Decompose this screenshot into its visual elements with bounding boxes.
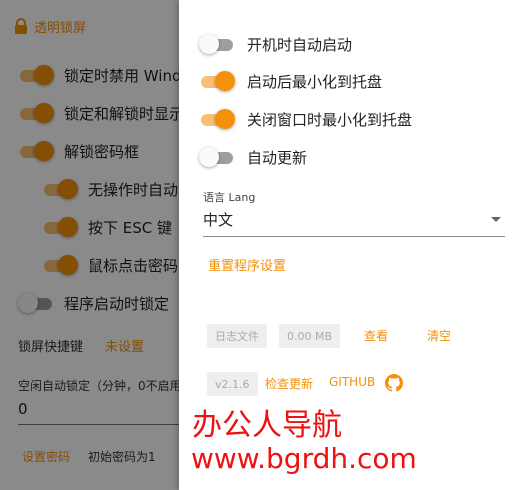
- reset-settings-button[interactable]: 重置程序设置: [208, 255, 286, 274]
- drawer-setting-minimize-on-close[interactable]: 关闭窗口时最小化到托盘: [199, 108, 412, 130]
- clear-log-button[interactable]: 清空: [427, 327, 451, 344]
- toggle-switch[interactable]: [199, 146, 235, 168]
- watermark-url: www.bgrdh.com: [191, 442, 417, 475]
- github-icon[interactable]: [385, 374, 403, 392]
- check-update-button[interactable]: 检查更新: [265, 375, 313, 392]
- watermark-title: 办公人导航: [192, 408, 342, 443]
- view-log-button[interactable]: 查看: [364, 327, 388, 344]
- setting-label: 自动更新: [247, 148, 308, 167]
- log-file-button[interactable]: 日志文件: [207, 324, 267, 348]
- github-link[interactable]: GITHUB: [329, 375, 375, 389]
- drawer-setting-autostart[interactable]: 开机时自动启动: [199, 33, 352, 55]
- log-size-badge: 0.00 MB: [279, 324, 341, 348]
- toggle-switch[interactable]: [199, 33, 235, 55]
- toggle-switch[interactable]: [199, 108, 235, 130]
- setting-label: 开机时自动启动: [247, 35, 353, 54]
- setting-label: 关闭窗口时最小化到托盘: [247, 110, 413, 129]
- chevron-down-icon: [491, 217, 501, 222]
- language-select[interactable]: 中文: [203, 207, 505, 237]
- version-badge: v2.1.6: [207, 372, 258, 396]
- toggle-switch[interactable]: [199, 70, 235, 92]
- drawer-setting-minimize-on-start[interactable]: 启动后最小化到托盘: [199, 70, 382, 92]
- setting-label: 启动后最小化到托盘: [247, 72, 383, 91]
- language-value: 中文: [203, 211, 234, 229]
- drawer-setting-auto-update[interactable]: 自动更新: [199, 146, 307, 168]
- settings-drawer: 开机时自动启动 启动后最小化到托盘 关闭窗口时最小化到托盘 自动更新 语言 La…: [179, 0, 530, 490]
- language-label: 语言 Lang: [203, 191, 256, 204]
